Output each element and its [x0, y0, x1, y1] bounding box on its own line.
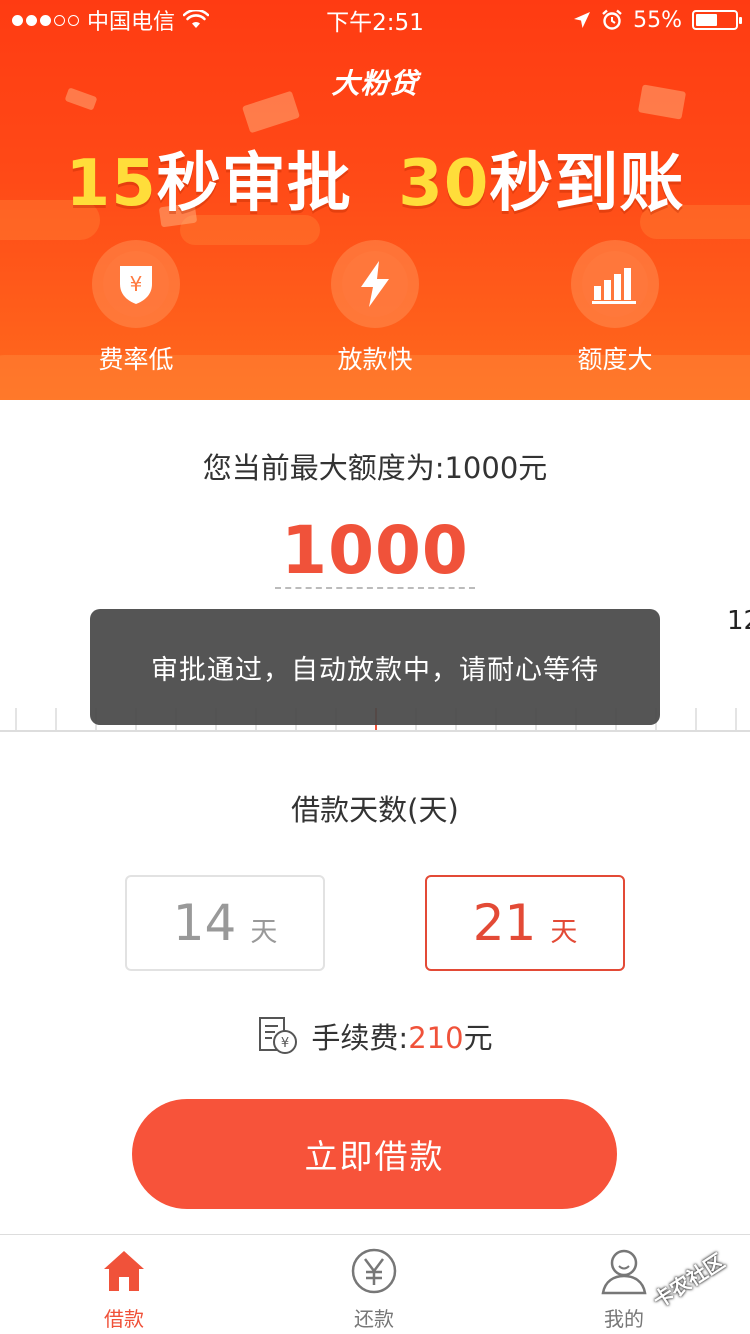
- slider-tick: [55, 708, 57, 730]
- fee-value: 210: [408, 1021, 464, 1055]
- slogan-text-2: 秒到账: [489, 147, 685, 221]
- fee-label: 手续费:: [311, 1021, 409, 1055]
- battery-percent: 55%: [633, 7, 682, 33]
- borrow-now-button[interactable]: 立即借款: [132, 1099, 617, 1209]
- svg-text:¥: ¥: [281, 1036, 289, 1051]
- feature-label: 额度大: [577, 345, 653, 374]
- signal-dot: [40, 14, 51, 26]
- signal-strength-icon: [12, 14, 79, 26]
- day-option-unit: 天: [250, 916, 278, 948]
- tab-bar: 借款 还款 我的: [0, 1234, 750, 1334]
- signal-dot: [12, 14, 23, 26]
- feature-low-rate: ¥ 费率低: [46, 240, 226, 376]
- location-arrow-icon: [574, 12, 591, 28]
- feature-label: 费率低: [98, 345, 174, 374]
- bar-chart-icon: [592, 268, 636, 304]
- day-option-14[interactable]: 14 天: [125, 875, 325, 971]
- feature-fast-payout: 放款快: [285, 240, 465, 376]
- tab-label: 借款: [104, 1307, 144, 1331]
- battery-level: [696, 14, 717, 26]
- slogan-text-1: 秒审批: [156, 147, 352, 221]
- lightning-icon: [361, 261, 389, 307]
- max-limit-text: 您当前最大额度为:1000元: [202, 451, 548, 485]
- slider-tick: [695, 708, 697, 730]
- signal-dot: [26, 14, 37, 26]
- signal-dot: [54, 14, 65, 26]
- day-option-21[interactable]: 21 天: [425, 875, 625, 971]
- promo-banner: 中国电信 下午2:51 55% 大粉贷 15秒审批 30秒到账 ¥ 费率低 放款…: [0, 0, 750, 400]
- tab-borrow[interactable]: 借款: [64, 1247, 184, 1332]
- day-option-value: 21: [472, 894, 537, 952]
- fee-receipt-icon: ¥: [259, 1017, 298, 1054]
- slider-tick: [15, 708, 17, 730]
- promo-slogan: 15秒审批 30秒到账: [0, 132, 750, 224]
- tab-repay[interactable]: 还款: [314, 1247, 434, 1332]
- day-option-unit: 天: [550, 916, 578, 948]
- svg-text:¥: ¥: [130, 272, 143, 296]
- feature-label: 放款快: [337, 345, 413, 374]
- slogan-number-1: 15: [65, 147, 157, 221]
- app-logo: 大粉贷: [331, 67, 419, 100]
- wifi-icon: [183, 10, 210, 28]
- signal-dot: [68, 14, 79, 26]
- tab-label: 还款: [354, 1307, 394, 1331]
- feature-high-limit: 额度大: [525, 240, 705, 376]
- loan-days-title: 借款天数(天): [291, 793, 459, 827]
- battery-icon: [692, 10, 742, 30]
- ruler-label: 12: [727, 606, 750, 636]
- service-fee: ¥ 手续费:210元: [0, 1015, 750, 1057]
- status-bar: 中国电信 下午2:51 55%: [0, 0, 750, 40]
- toast-message: 审批通过，自动放款中，请耐心等待: [90, 609, 660, 725]
- feature-list: ¥ 费率低 放款快 额度大: [0, 240, 750, 374]
- carrier-name: 中国电信: [87, 10, 176, 35]
- slider-tick: [735, 708, 737, 730]
- home-icon: [104, 1251, 144, 1291]
- user-icon: [601, 1249, 647, 1295]
- shield-yen-icon: ¥: [120, 266, 152, 304]
- loan-amount-value[interactable]: 1000: [0, 512, 750, 589]
- day-option-value: 14: [172, 894, 237, 952]
- alarm-icon: [602, 9, 622, 30]
- amount-underline: [275, 587, 475, 589]
- slogan-number-2: 30: [398, 147, 490, 221]
- yen-circle-icon: [351, 1248, 397, 1294]
- fee-unit: 元: [463, 1021, 493, 1055]
